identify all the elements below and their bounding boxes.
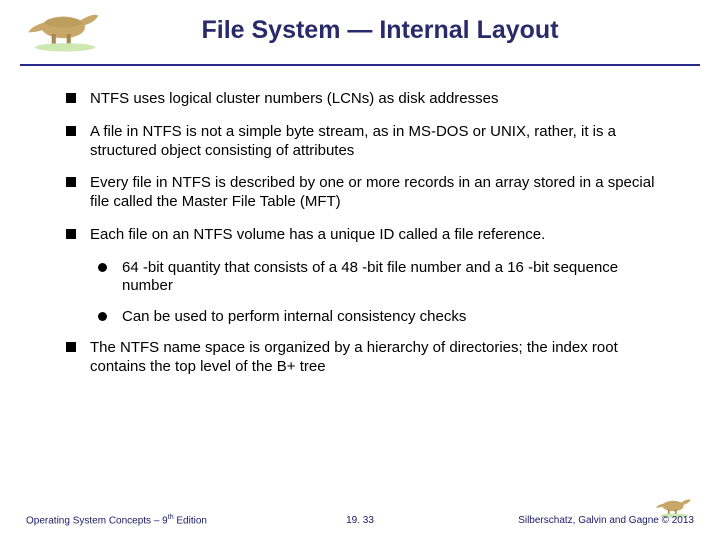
footer-right: Silberschatz, Galvin and Gagne © 2013	[518, 515, 694, 526]
bullet-text: 64 -bit quantity that consists of a 48 -…	[122, 259, 618, 295]
footer-left-post: Edition	[174, 515, 207, 526]
bullet-item: Each file on an NTFS volume has a unique…	[66, 226, 670, 245]
slide-header: File System — Internal Layout	[0, 0, 720, 60]
bullet-item: A file in NTFS is not a simple byte stre…	[66, 123, 670, 161]
footer-left-pre: Operating System Concepts – 9	[26, 515, 168, 526]
bullet-text: Every file in NTFS is described by one o…	[90, 174, 654, 210]
bullet-item: Every file in NTFS is described by one o…	[66, 174, 670, 212]
slide-body: NTFS uses logical cluster numbers (LCNs)…	[0, 66, 720, 376]
bullet-text: Each file on an NTFS volume has a unique…	[90, 226, 545, 243]
sub-bullet-item: 64 -bit quantity that consists of a 48 -…	[98, 259, 670, 297]
footer-center: 19. 33	[346, 515, 374, 526]
footer-left: Operating System Concepts – 9th Edition	[26, 514, 207, 526]
bullet-text: Can be used to perform internal consiste…	[122, 308, 466, 325]
sub-bullet-item: Can be used to perform internal consiste…	[98, 308, 670, 327]
bullet-item: NTFS uses logical cluster numbers (LCNs)…	[66, 90, 670, 109]
dinosaur-icon	[20, 4, 110, 54]
bullet-text: The NTFS name space is organized by a hi…	[90, 339, 618, 375]
bullet-item: The NTFS name space is organized by a hi…	[66, 339, 670, 377]
bullet-text: A file in NTFS is not a simple byte stre…	[90, 123, 616, 159]
bullet-text: NTFS uses logical cluster numbers (LCNs)…	[90, 90, 498, 107]
